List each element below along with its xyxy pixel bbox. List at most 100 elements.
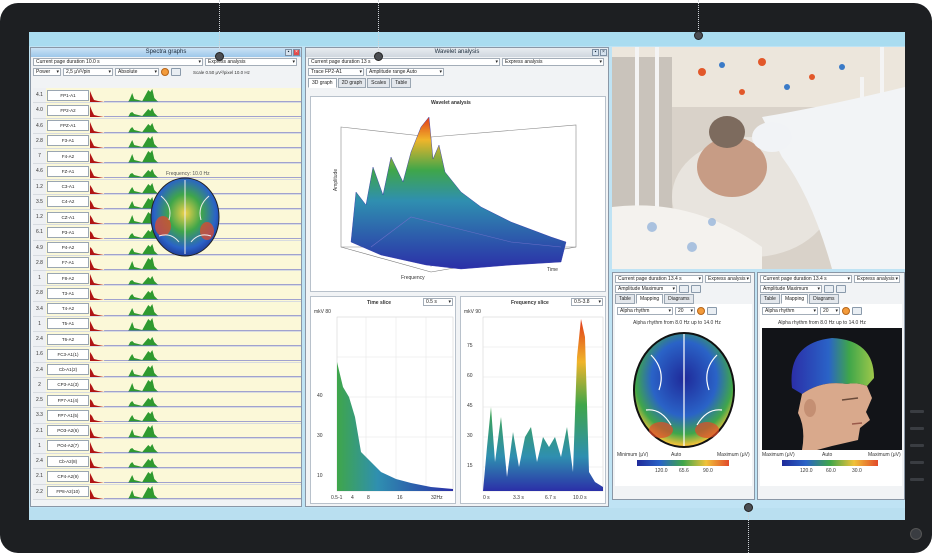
channel-label[interactable]: T6-A2	[47, 333, 89, 345]
channel-label[interactable]: FZ-A1	[47, 165, 89, 177]
channel-row[interactable]: 2.8 F3-A1	[33, 133, 301, 149]
monitor-side-button[interactable]	[910, 478, 924, 481]
channel-row[interactable]: 2.5 FP7-A1(4)	[33, 393, 301, 409]
channel-row[interactable]: 2.1 CP4-A2(9)	[33, 469, 301, 485]
channel-row[interactable]: 2.2 FP8-A2(10)	[33, 484, 301, 500]
close-icon[interactable]: ×	[293, 49, 300, 56]
channel-label[interactable]: FP7-A1(5)	[47, 409, 89, 421]
channel-label[interactable]: F7-A1	[47, 257, 89, 269]
channel-row[interactable]: 2.4 Cb-A2(8)	[33, 454, 301, 470]
tab-table[interactable]: Table	[760, 294, 780, 304]
settings-icon[interactable]	[697, 307, 705, 315]
channel-label[interactable]: F4-A2	[47, 150, 89, 162]
tab-table[interactable]: Table	[391, 78, 412, 88]
rhythm-value-select[interactable]: 20	[675, 307, 695, 315]
spectrum-select[interactable]: Absolute	[115, 68, 159, 76]
mapping-right-amplitude-select[interactable]: Amplitude Maximum	[760, 285, 822, 293]
tab-scales[interactable]: Scales	[367, 78, 391, 88]
callout-line	[698, 0, 699, 34]
monitor-side-button[interactable]	[910, 427, 924, 430]
mapping-right-express-select[interactable]: Express analysis	[854, 275, 900, 283]
channel-row[interactable]: 7 F4-A2	[33, 149, 301, 165]
channel-row[interactable]: 2.4 Cb-A1(2)	[33, 362, 301, 378]
mapping-left-express-select[interactable]: Express analysis	[705, 275, 751, 283]
monitor-side-button[interactable]	[910, 444, 924, 447]
mapping-left-duration-select[interactable]: Current page duration 13.4 s	[615, 275, 703, 283]
channel-label[interactable]: PO3-A2(6)	[47, 425, 89, 437]
channel-spectrum	[90, 336, 301, 347]
wavelet-duration-select[interactable]: Current page duration 13 s	[308, 58, 500, 66]
channel-row[interactable]: 1 F8-A2	[33, 271, 301, 287]
mapping-panel-left: Current page duration 13.4 s Express ana…	[612, 272, 755, 500]
channel-row[interactable]: 3.3 FP7-A1(5)	[33, 408, 301, 424]
tab-2d-graph[interactable]: 2D graph	[337, 78, 367, 88]
settings-icon[interactable]	[842, 307, 850, 315]
channel-label[interactable]: CP3-A1(3)	[47, 379, 89, 391]
tab-diagrams[interactable]: Diagrams	[664, 294, 694, 304]
channel-label[interactable]: PO4-A2(7)	[47, 440, 89, 452]
rhythm-select[interactable]: Alpha rhythm	[762, 307, 818, 315]
tools-icon[interactable]	[679, 285, 689, 293]
channel-row[interactable]: 4.0 FP2-A2	[33, 103, 301, 119]
wavelet-express-select[interactable]: Express analysis	[502, 58, 604, 66]
channel-label[interactable]: FC3-A1(1)	[47, 348, 89, 360]
tab-diagrams[interactable]: Diagrams	[809, 294, 839, 304]
channel-label[interactable]: T5-A1	[47, 318, 89, 330]
channel-row[interactable]: 4.6 FPZ-A1	[33, 118, 301, 134]
tab-table[interactable]: Table	[615, 294, 635, 304]
channel-label[interactable]: C3-A1	[47, 181, 89, 193]
tab-3d-graph[interactable]: 3D graph	[308, 78, 337, 88]
close-icon[interactable]: ×	[600, 49, 607, 56]
rhythm-value-select[interactable]: 20	[820, 307, 840, 315]
channels-icon[interactable]	[171, 68, 181, 76]
map-options-icon[interactable]	[707, 307, 717, 315]
channel-spectrum	[90, 441, 301, 453]
channel-row[interactable]: 1.6 FC3-A1(1)	[33, 347, 301, 363]
channel-label[interactable]: T4-A2	[47, 303, 89, 315]
channel-row[interactable]: 2.8 F7-A1	[33, 255, 301, 271]
mapping-left-amplitude-select[interactable]: Amplitude Maximum	[615, 285, 677, 293]
mapping-right-duration-select[interactable]: Current page duration 13.4 s	[760, 275, 852, 283]
rhythm-select[interactable]: Alpha rhythm	[617, 307, 673, 315]
channel-label[interactable]: F3-A1	[47, 135, 89, 147]
channel-row[interactable]: 2.4 T6-A2	[33, 332, 301, 348]
page-duration-select[interactable]: Current page duration 10.0 s	[33, 58, 203, 66]
channel-row[interactable]: 3.4 T4-A2	[33, 301, 301, 317]
channel-label[interactable]: T3-A1	[47, 287, 89, 299]
channel-row[interactable]: 4.1 FP1-A1	[33, 88, 301, 104]
channel-label[interactable]: F8-A2	[47, 272, 89, 284]
channel-row[interactable]: 1 PO4-A2(7)	[33, 438, 301, 454]
channel-row[interactable]: 2.8 T3-A1	[33, 286, 301, 302]
channel-label[interactable]: CP4-A2(9)	[47, 470, 89, 482]
measure-select[interactable]: Power	[33, 68, 61, 76]
channel-label[interactable]: FP2-A2	[47, 104, 89, 116]
channel-label[interactable]: Cb-A1(2)	[47, 364, 89, 376]
power-select[interactable]: 2,5 μV²/pin	[63, 68, 113, 76]
channel-row[interactable]: 2 CP3-A1(3)	[33, 377, 301, 393]
channel-label[interactable]: P3-A1	[47, 226, 89, 238]
channel-label[interactable]: FP8-A2(10)	[47, 486, 89, 498]
monitor-side-button[interactable]	[910, 410, 924, 413]
channel-label[interactable]: Cb-A2(8)	[47, 455, 89, 467]
tab-mapping[interactable]: Mapping	[780, 294, 809, 304]
channel-label[interactable]: FP1-A1	[47, 89, 89, 101]
pin-icon[interactable]: ▪	[285, 49, 292, 56]
channel-label[interactable]: C4-A2	[47, 196, 89, 208]
monitor-side-button[interactable]	[910, 461, 924, 464]
settings-icon[interactable]	[161, 68, 169, 76]
channel-row[interactable]: 2.1 PO3-A2(6)	[33, 423, 301, 439]
palette-icon[interactable]	[691, 285, 701, 293]
map-options-icon[interactable]	[852, 307, 862, 315]
trace-select[interactable]: Trace FP2-A1	[308, 68, 364, 76]
channel-label[interactable]: FPZ-A1	[47, 120, 89, 132]
channel-label[interactable]: FP7-A1(4)	[47, 394, 89, 406]
power-button[interactable]	[910, 528, 922, 540]
channel-label[interactable]: CZ-A1	[47, 211, 89, 223]
channel-row[interactable]: 1 T5-A1	[33, 316, 301, 332]
tab-mapping[interactable]: Mapping	[635, 294, 664, 304]
tools-icon[interactable]	[824, 285, 834, 293]
pin-icon[interactable]: ▪	[592, 49, 599, 56]
channel-label[interactable]: P4-A2	[47, 242, 89, 254]
palette-icon[interactable]	[836, 285, 846, 293]
amplitude-select[interactable]: Amplitude range Auto	[366, 68, 444, 76]
